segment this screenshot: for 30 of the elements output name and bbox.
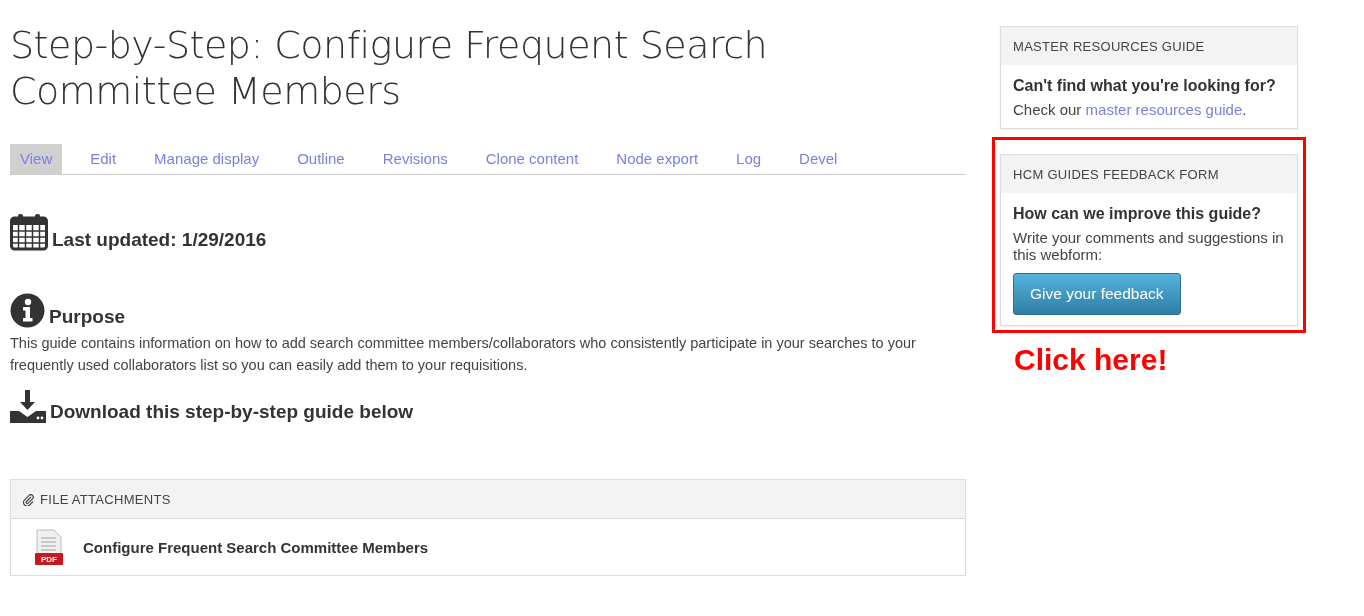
card-text: Check our master resources guide. <box>1013 101 1248 118</box>
tab[interactable]: Node export <box>606 144 709 174</box>
card-title: HCM GUIDES FEEDBACK FORM <box>1013 167 1219 182</box>
section-heading: Purpose <box>49 306 126 328</box>
card-text: Write your comments and suggestions in this webform: <box>1013 229 1285 263</box>
section-text: This guide contains information on how to add search committee members/collaborators who consistently participate in your searches to your frequently used collaborators list so you can easily add them to your requisitions. <box>10 334 917 375</box>
tab[interactable]: Log <box>726 144 772 174</box>
annotation-text: Click here! <box>1014 343 1169 377</box>
pdf-file-icon: PDF <box>35 529 63 565</box>
tab[interactable]: Clone content <box>475 144 589 174</box>
feedback-button[interactable]: Give your feedback <box>1013 273 1181 315</box>
calendar-icon <box>10 213 48 251</box>
tab[interactable]: View <box>10 144 63 174</box>
card-question: Can't find what you're looking for? <box>1013 76 1277 96</box>
info-icon <box>10 293 45 328</box>
tab[interactable]: Revisions <box>372 144 458 174</box>
card-question: How can we improve this guide? <box>1013 204 1263 224</box>
tab[interactable]: Outline <box>287 144 355 174</box>
download-icon <box>10 390 46 423</box>
card-title: FILE ATTACHMENTS <box>40 492 171 507</box>
page-title: Step-by-Step: Configure Frequent Search Committee Members <box>10 22 769 114</box>
section-heading: Download this step-by-step guide below <box>50 401 414 423</box>
section-heading: Last updated: 1/29/2016 <box>52 229 267 251</box>
tab[interactable]: Edit <box>80 144 127 174</box>
resources-link[interactable]: master resources guide <box>1085 101 1243 118</box>
tab[interactable]: Devel <box>789 144 848 174</box>
paperclip-icon <box>23 493 34 506</box>
card-title: MASTER RESOURCES GUIDE <box>1013 39 1205 54</box>
file-link[interactable]: Configure Frequent Search Committee Members <box>83 538 429 556</box>
tab[interactable]: Manage display <box>144 144 270 174</box>
